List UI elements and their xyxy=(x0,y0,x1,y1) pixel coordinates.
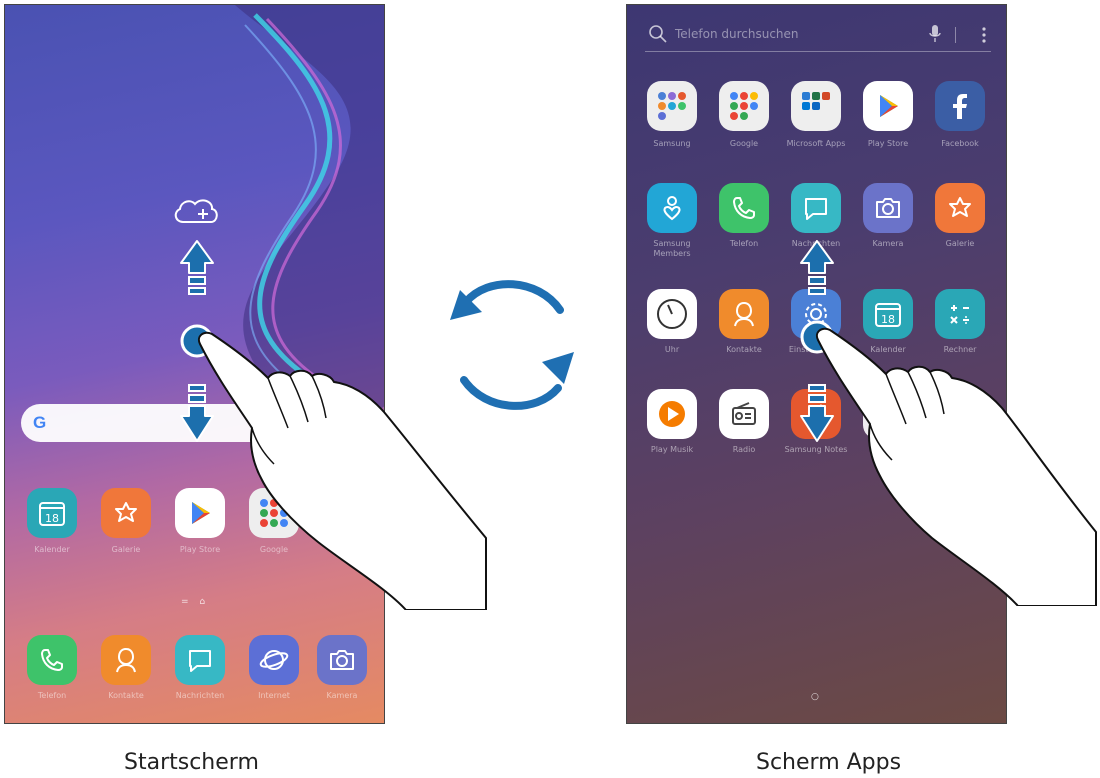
caption-home-screen: Startscherm xyxy=(124,750,259,775)
switch-screens-icon xyxy=(450,280,574,410)
swipe-up-arrow-icon xyxy=(800,240,834,295)
cloud-add-icon xyxy=(174,199,218,223)
caption-apps-screen: Scherm Apps xyxy=(756,750,902,775)
swipe-up-arrow-icon xyxy=(180,240,214,295)
hand-pointer-icon xyxy=(816,327,1097,606)
